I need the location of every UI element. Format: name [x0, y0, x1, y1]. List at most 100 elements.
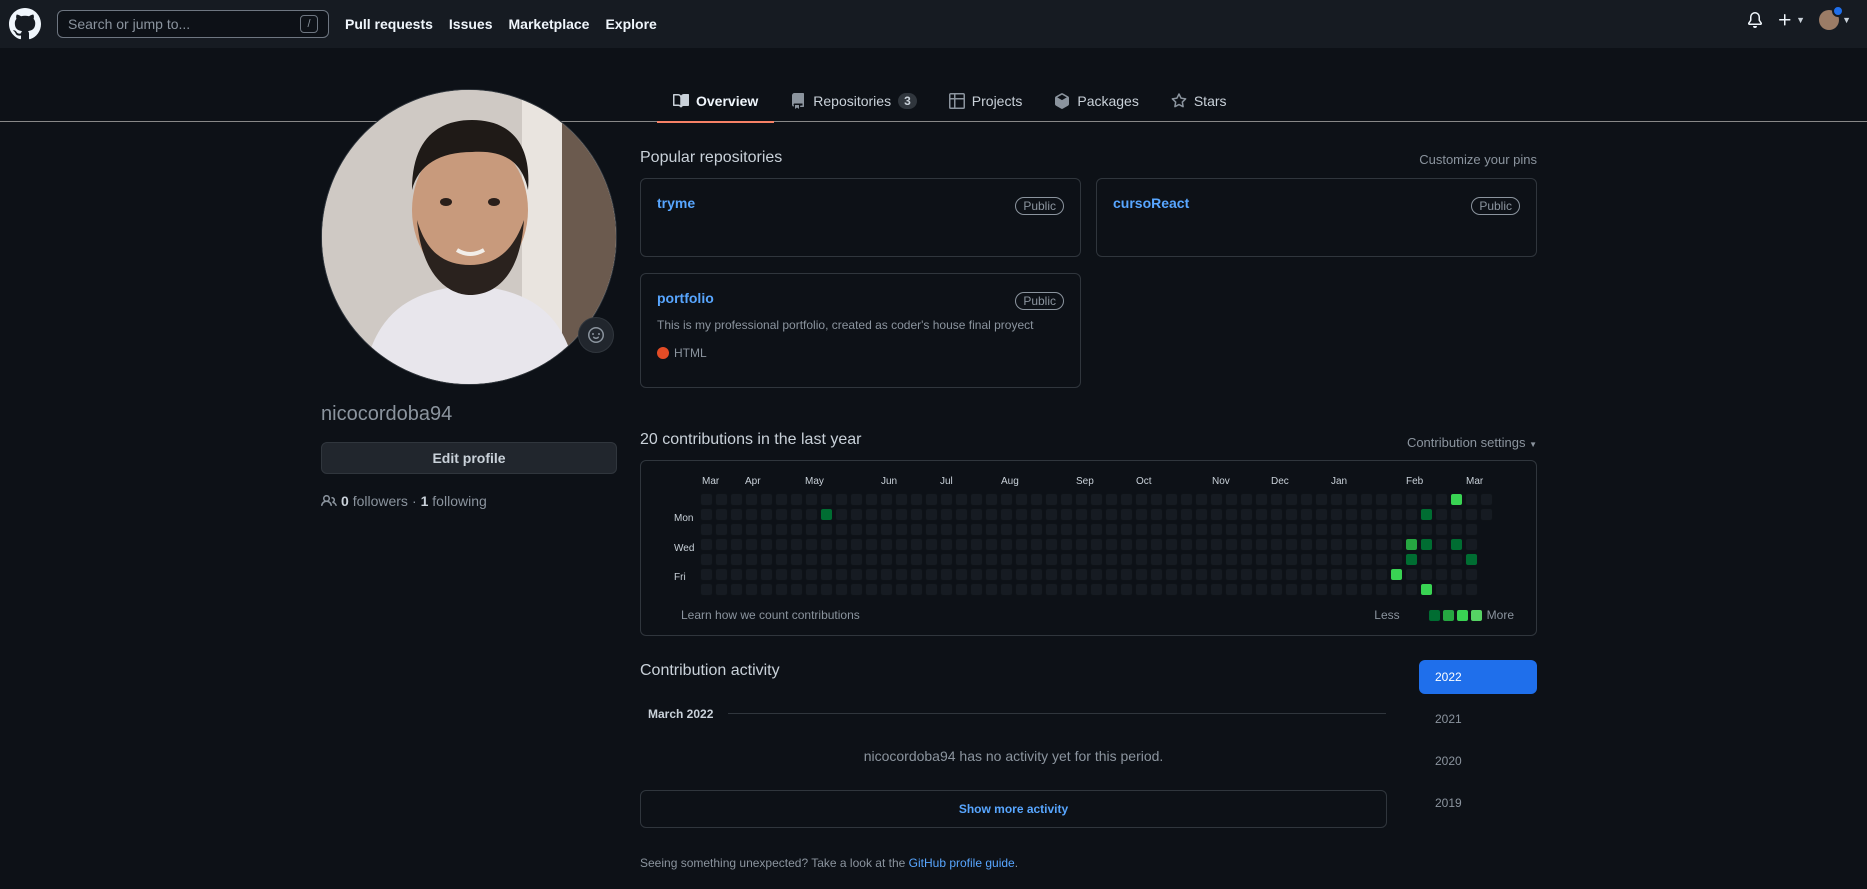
contribution-day[interactable]	[700, 583, 713, 596]
contribution-day[interactable]	[745, 538, 758, 551]
contribution-day[interactable]	[760, 493, 773, 506]
contribution-day[interactable]	[880, 493, 893, 506]
contribution-day[interactable]	[1030, 538, 1043, 551]
contribution-day[interactable]	[1090, 538, 1103, 551]
contribution-day[interactable]	[1450, 523, 1463, 536]
contribution-day[interactable]	[1420, 553, 1433, 566]
contribution-day[interactable]	[895, 493, 908, 506]
contribution-settings-dropdown[interactable]: Contribution settings ▼	[1407, 435, 1537, 450]
contribution-day[interactable]	[1225, 508, 1238, 521]
contribution-day[interactable]	[1165, 538, 1178, 551]
contribution-day[interactable]	[1345, 538, 1358, 551]
year-link[interactable]: 2020	[1419, 744, 1537, 778]
contribution-day[interactable]	[1285, 583, 1298, 596]
contribution-day[interactable]	[1345, 553, 1358, 566]
contribution-day[interactable]	[1405, 523, 1418, 536]
contribution-day[interactable]	[865, 493, 878, 506]
contribution-day[interactable]	[1105, 568, 1118, 581]
contribution-day[interactable]	[1315, 493, 1328, 506]
contribution-day[interactable]	[1120, 538, 1133, 551]
contribution-day[interactable]	[865, 553, 878, 566]
contribution-day[interactable]	[715, 523, 728, 536]
contribution-day[interactable]	[1240, 583, 1253, 596]
contribution-day[interactable]	[1300, 553, 1313, 566]
contribution-day[interactable]	[1210, 568, 1223, 581]
contribution-day[interactable]	[1360, 583, 1373, 596]
contribution-day[interactable]	[1225, 538, 1238, 551]
contribution-day[interactable]	[1210, 553, 1223, 566]
contribution-day[interactable]	[955, 553, 968, 566]
contribution-day[interactable]	[1090, 583, 1103, 596]
nav-explore[interactable]: Explore	[605, 16, 656, 32]
contribution-day[interactable]	[910, 508, 923, 521]
edit-profile-button[interactable]: Edit profile	[321, 442, 617, 474]
contribution-day[interactable]	[1210, 583, 1223, 596]
contribution-day[interactable]	[1045, 508, 1058, 521]
contribution-day[interactable]	[1270, 523, 1283, 536]
contribution-day[interactable]	[790, 508, 803, 521]
contribution-day[interactable]	[730, 553, 743, 566]
contribution-day[interactable]	[985, 538, 998, 551]
contribution-day[interactable]	[835, 568, 848, 581]
contribution-day[interactable]	[1120, 553, 1133, 566]
contribution-day[interactable]	[1150, 553, 1163, 566]
contribution-day[interactable]	[1180, 523, 1193, 536]
contribution-day[interactable]	[760, 538, 773, 551]
contribution-day[interactable]	[1375, 583, 1388, 596]
contribution-day[interactable]	[1135, 508, 1148, 521]
contribution-day[interactable]	[880, 508, 893, 521]
contribution-day[interactable]	[985, 583, 998, 596]
contribution-day[interactable]	[805, 523, 818, 536]
contribution-day[interactable]	[985, 568, 998, 581]
contribution-day[interactable]	[1375, 493, 1388, 506]
contribution-day[interactable]	[1105, 493, 1118, 506]
contribution-day[interactable]	[1180, 493, 1193, 506]
contribution-day[interactable]	[1210, 493, 1223, 506]
contribution-day[interactable]	[700, 553, 713, 566]
contribution-day[interactable]	[1255, 538, 1268, 551]
contribution-day[interactable]	[1060, 508, 1073, 521]
contribution-day[interactable]	[1360, 553, 1373, 566]
contribution-day[interactable]	[1300, 508, 1313, 521]
contribution-day[interactable]	[1360, 508, 1373, 521]
create-new-dropdown[interactable]: ▼	[1777, 12, 1805, 28]
contribution-day[interactable]	[1330, 583, 1343, 596]
contribution-day[interactable]	[910, 538, 923, 551]
repo-name-link[interactable]: cursoReact	[1113, 195, 1189, 211]
contribution-day[interactable]	[910, 553, 923, 566]
followers-link[interactable]: 0 followers	[341, 493, 408, 509]
contribution-day[interactable]	[1255, 568, 1268, 581]
contribution-day[interactable]	[1285, 538, 1298, 551]
contribution-day[interactable]	[1165, 508, 1178, 521]
contribution-day[interactable]	[1075, 568, 1088, 581]
contribution-day[interactable]	[1180, 583, 1193, 596]
contribution-day[interactable]	[1375, 538, 1388, 551]
contribution-day[interactable]	[1405, 568, 1418, 581]
contribution-day[interactable]	[835, 553, 848, 566]
contribution-day[interactable]	[1135, 493, 1148, 506]
contribution-day[interactable]	[925, 568, 938, 581]
contribution-day[interactable]	[1435, 493, 1448, 506]
contribution-day[interactable]	[1420, 568, 1433, 581]
contribution-day[interactable]	[1420, 538, 1433, 551]
contribution-day[interactable]	[775, 508, 788, 521]
contribution-day[interactable]	[1330, 508, 1343, 521]
contribution-day[interactable]	[820, 583, 833, 596]
contribution-day[interactable]	[1120, 523, 1133, 536]
contribution-day[interactable]	[1000, 508, 1013, 521]
contribution-day[interactable]	[1195, 568, 1208, 581]
contribution-day[interactable]	[790, 538, 803, 551]
contribution-day[interactable]	[1150, 583, 1163, 596]
contribution-day[interactable]	[1255, 523, 1268, 536]
contribution-day[interactable]	[1090, 553, 1103, 566]
contribution-day[interactable]	[1390, 568, 1403, 581]
contribution-day[interactable]	[1435, 583, 1448, 596]
contribution-day[interactable]	[1045, 568, 1058, 581]
contribution-day[interactable]	[1465, 493, 1478, 506]
profile-avatar[interactable]	[321, 89, 617, 385]
contribution-day[interactable]	[1135, 568, 1148, 581]
contribution-day[interactable]	[865, 508, 878, 521]
contribution-day[interactable]	[1075, 538, 1088, 551]
contribution-day[interactable]	[970, 538, 983, 551]
contribution-day[interactable]	[925, 553, 938, 566]
